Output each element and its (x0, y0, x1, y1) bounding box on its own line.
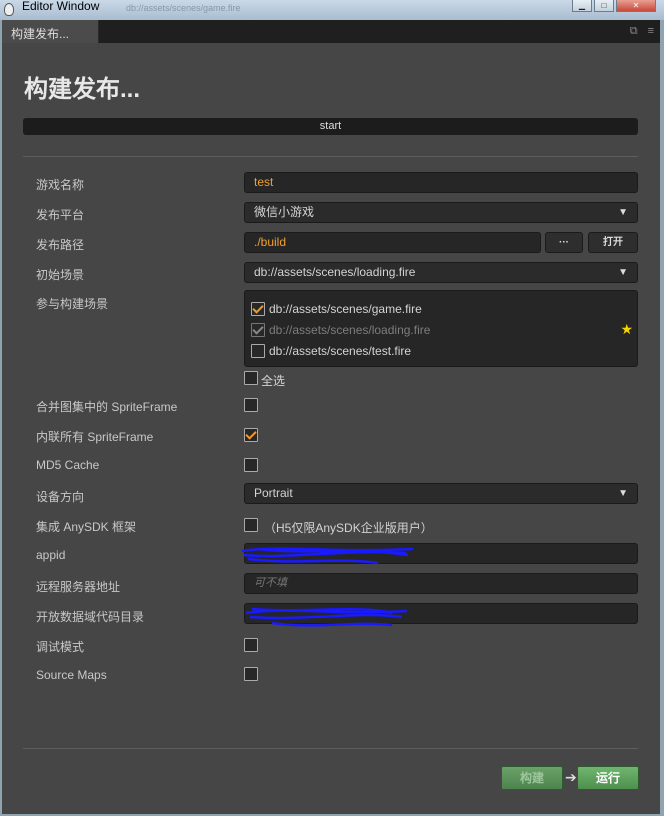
divider (23, 156, 638, 157)
platform-label: 发布平台 (36, 208, 85, 222)
scene-checkbox[interactable] (251, 302, 265, 316)
scene-name: db://assets/scenes/game.fire (269, 302, 422, 316)
window-ghost-path: db://assets/scenes/game.fire (126, 3, 241, 13)
open-folder-button[interactable]: 打开 (588, 232, 638, 253)
star-icon: ★ (620, 321, 633, 337)
scene-checkbox[interactable] (251, 344, 265, 358)
window-titlebar: Editor Window db://assets/scenes/game.fi… (0, 0, 664, 20)
app-icon (4, 3, 14, 16)
inline-sprite-checkbox[interactable] (244, 428, 258, 442)
merge-sprite-label: 合并图集中的 SpriteFrame (36, 400, 178, 414)
scene-name: db://assets/scenes/loading.fire (269, 323, 431, 337)
select-all-label: 全选 (261, 374, 286, 388)
platform-value: 微信小游戏 (254, 205, 315, 219)
popout-icon[interactable]: ⧉ (630, 25, 638, 38)
anysdk-label: 集成 AnySDK 框架 (36, 520, 137, 534)
select-all-checkbox[interactable] (244, 371, 258, 385)
open-data-label: 开放数据域代码目录 (36, 610, 145, 624)
anysdk-checkbox[interactable] (244, 518, 258, 532)
md5-cache-label: MD5 Cache (36, 458, 100, 472)
debug-checkbox[interactable] (244, 638, 258, 652)
game-name-label: 游戏名称 (36, 178, 85, 192)
arrow-right-icon: ➔ (565, 769, 577, 785)
source-maps-label: Source Maps (36, 668, 107, 682)
md5-cache-checkbox[interactable] (244, 458, 258, 472)
orientation-select[interactable]: Portrait ▼ (244, 483, 638, 504)
dropdown-arrow-icon: ▼ (618, 267, 628, 278)
dropdown-arrow-icon: ▼ (618, 488, 628, 499)
remote-server-input[interactable]: 可不填 (244, 573, 638, 594)
scene-checkbox (251, 323, 265, 337)
tab-build-publish[interactable]: 构建发布... (2, 20, 99, 43)
redaction-scribble (241, 547, 414, 565)
maximize-button[interactable]: □ (594, 0, 614, 12)
run-button[interactable]: 运行 (577, 766, 639, 790)
dropdown-arrow-icon: ▼ (618, 207, 628, 218)
platform-select[interactable]: 微信小游戏 ▼ (244, 202, 638, 223)
appid-label: appid (36, 548, 66, 562)
debug-label: 调试模式 (36, 640, 85, 654)
inline-sprite-label: 内联所有 SpriteFrame (36, 430, 154, 444)
start-scene-select[interactable]: db://assets/scenes/loading.fire ▼ (244, 262, 638, 283)
divider (23, 748, 638, 749)
minimize-button[interactable]: ▁ (572, 0, 592, 12)
source-maps-checkbox[interactable] (244, 667, 258, 681)
remote-server-label: 远程服务器地址 (36, 580, 121, 594)
browse-button[interactable]: ··· (545, 232, 583, 253)
page-title: 构建发布... (24, 76, 141, 103)
included-scenes-label: 参与构建场景 (36, 297, 109, 311)
orientation-value: Portrait (254, 486, 293, 500)
game-name-input[interactable]: test (244, 172, 638, 193)
build-button[interactable]: 构建 (501, 766, 563, 790)
close-button[interactable]: ✕ (616, 0, 656, 12)
build-path-input[interactable]: ./build (244, 232, 541, 253)
start-scene-label: 初始场景 (36, 268, 85, 282)
start-progress-bar: start (23, 118, 638, 135)
merge-sprite-checkbox[interactable] (244, 398, 258, 412)
build-panel: 构建发布... start 游戏名称 test 发布平台 微信小游戏 ▼ 发布路… (2, 43, 660, 814)
window-title: Editor Window (22, 0, 100, 13)
scene-list: db://assets/scenes/game.fire db://assets… (244, 290, 638, 367)
scene-name: db://assets/scenes/test.fire (269, 344, 412, 358)
tab-bar: 构建发布... ⧉ ≡ (2, 20, 660, 43)
anysdk-note: （H5仅限AnySDK企业版用户） (264, 521, 433, 535)
build-path-label: 发布路径 (36, 238, 85, 252)
start-scene-value: db://assets/scenes/loading.fire (254, 265, 416, 279)
orientation-label: 设备方向 (36, 490, 85, 504)
redaction-scribble (245, 607, 408, 627)
menu-icon[interactable]: ≡ (648, 25, 654, 38)
tab-label: 构建发布... (11, 27, 70, 41)
